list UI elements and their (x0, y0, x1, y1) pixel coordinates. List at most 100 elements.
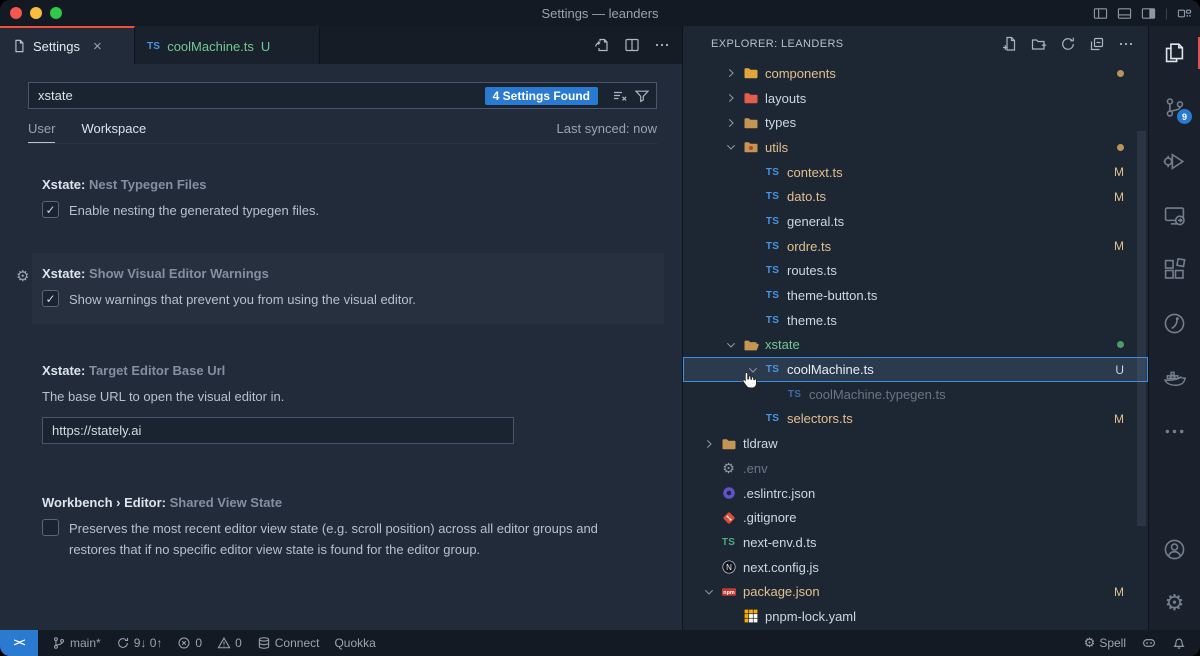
status-item-main-[interactable]: main* (52, 636, 101, 650)
tree-item-general.ts[interactable]: TSgeneral.ts (683, 209, 1148, 234)
more-actions-icon[interactable] (654, 37, 670, 53)
tree-item-routes.ts[interactable]: TSroutes.ts (683, 259, 1148, 284)
status-item-0[interactable]: 0 (217, 636, 242, 650)
tree-item-components[interactable]: components (683, 61, 1148, 86)
settings-gear-icon[interactable]: ⚙ (1149, 576, 1200, 630)
tree-item-selectors.ts[interactable]: TSselectors.tsM (683, 407, 1148, 432)
tree-item-pnpm-lock.yaml[interactable]: pnpm-lock.yaml (683, 604, 1148, 629)
filter-icon[interactable] (634, 88, 650, 104)
tree-item-utils[interactable]: utils (683, 135, 1148, 160)
file-label: next.config.js (743, 560, 1124, 575)
tree-item-coolMachine.ts[interactable]: TScoolMachine.tsU (683, 357, 1148, 382)
layout-sidebar-left-icon[interactable] (1093, 6, 1108, 21)
spell-icon: ⚙ (1084, 636, 1096, 650)
tree-item-.eslintrc.json[interactable]: .eslintrc.json (683, 481, 1148, 506)
chevron-down-icon[interactable] (699, 585, 718, 599)
close-window-button[interactable] (10, 7, 22, 19)
tree-item-layouts[interactable]: layouts (683, 86, 1148, 111)
setting-checkbox[interactable] (42, 519, 59, 536)
ts-icon: TS (762, 216, 783, 227)
scope-tab-workspace[interactable]: Workspace (81, 121, 146, 136)
tree-item-coolMachine.typegen.ts[interactable]: TScoolMachine.typegen.ts (683, 382, 1148, 407)
minimize-window-button[interactable] (30, 7, 42, 19)
edit-setting-gear-icon[interactable]: ⚙ (16, 267, 29, 285)
gear-file-icon: ⚙ (718, 461, 739, 475)
status-item-copilot[interactable] (1142, 636, 1156, 650)
layout-sidebar-right-icon[interactable] (1141, 6, 1156, 21)
remote-explorer-icon[interactable] (1149, 188, 1200, 242)
more-icon[interactable] (1149, 404, 1200, 458)
setting-checkbox[interactable]: ✓ (42, 290, 59, 307)
file-label: types (765, 115, 1124, 130)
debug-icon[interactable] (1149, 134, 1200, 188)
setting-control-row: ✓Enable nesting the generated typegen fi… (42, 201, 654, 221)
tree-item-.env[interactable]: ⚙.env (683, 456, 1148, 481)
explorer-scrollbar[interactable] (1137, 131, 1146, 526)
remote-indicator[interactable]: >< (0, 630, 38, 656)
chevron-down-icon[interactable] (743, 363, 762, 377)
close-icon[interactable]: × (93, 38, 102, 55)
status-label: 0 (235, 636, 242, 650)
status-item-9-0-[interactable]: 9↓ 0↑ (116, 636, 163, 650)
files-icon[interactable] (1149, 26, 1200, 80)
status-item-0[interactable]: 0 (177, 636, 202, 650)
chevron-right-icon[interactable] (721, 91, 740, 105)
status-right: ⚙Spell (1084, 630, 1200, 656)
status-item-bell[interactable] (1172, 636, 1186, 650)
tab-coolmachine[interactable]: TS coolMachine.ts U (135, 26, 320, 64)
collapse-all-icon[interactable] (1089, 36, 1105, 52)
new-file-icon[interactable] (1002, 36, 1018, 52)
clear-filter-icon[interactable] (612, 88, 628, 104)
more-actions-icon[interactable] (1118, 36, 1134, 52)
tree-item-xstate[interactable]: xstate (683, 333, 1148, 358)
status-item-connect[interactable]: Connect (257, 636, 320, 650)
tree-item-.gitignore[interactable]: .gitignore (683, 505, 1148, 530)
chevron-right-icon[interactable] (699, 437, 718, 451)
circle-extension-icon[interactable] (1149, 296, 1200, 350)
setting-description: The base URL to open the visual editor i… (42, 387, 598, 407)
new-folder-icon[interactable] (1031, 36, 1047, 52)
setting-control-row: ✓Show warnings that prevent you from usi… (42, 290, 654, 310)
tree-item-next-env.d.ts[interactable]: TSnext-env.d.ts (683, 530, 1148, 555)
source-control-icon[interactable]: 9 (1149, 80, 1200, 134)
tree-item-next.config.js[interactable]: Nnext.config.js (683, 555, 1148, 580)
setting-checkbox[interactable]: ✓ (42, 201, 59, 218)
nextjs-icon: N (718, 559, 739, 575)
tree-item-theme.ts[interactable]: TStheme.ts (683, 308, 1148, 333)
chevron-down-icon[interactable] (721, 338, 740, 352)
workbench: Settings × TS coolMachine.ts U 4 Setting… (0, 26, 1200, 630)
open-settings-json-icon[interactable] (594, 37, 610, 53)
git-untracked-dot (1117, 341, 1124, 348)
spacer (32, 235, 664, 253)
layout-panel-icon[interactable] (1117, 6, 1132, 21)
setting-title: Xstate: Target Editor Base Url (42, 363, 654, 378)
settings-search-input[interactable] (38, 88, 485, 103)
tab-settings[interactable]: Settings × (0, 26, 135, 64)
tree-item-dato.ts[interactable]: TSdato.tsM (683, 184, 1148, 209)
docker-icon[interactable] (1149, 350, 1200, 404)
setting-item: Xstate: Target Editor Base Url The base U… (32, 350, 664, 458)
tree-item-theme-button.ts[interactable]: TStheme-button.ts (683, 283, 1148, 308)
status-item-spell[interactable]: ⚙Spell (1084, 636, 1126, 650)
folder-open-icon (740, 337, 761, 353)
chevron-right-icon[interactable] (721, 116, 740, 130)
setting-text-input[interactable] (42, 417, 514, 444)
explorer-header: EXPLORER: LEANDERS (683, 26, 1148, 61)
status-item-quokka[interactable]: Quokka (334, 636, 375, 650)
svg-text:npm: npm (723, 590, 735, 596)
zoom-window-button[interactable] (50, 7, 62, 19)
refresh-icon[interactable] (1060, 36, 1076, 52)
settings-editor: 4 Settings Found UserWorkspaceLast synce… (0, 64, 682, 630)
tree-item-ordre.ts[interactable]: TSordre.tsM (683, 234, 1148, 259)
chevron-down-icon[interactable] (721, 140, 740, 154)
split-editor-icon[interactable] (624, 37, 640, 53)
account-icon[interactable] (1149, 522, 1200, 576)
tree-item-tldraw[interactable]: tldraw (683, 431, 1148, 456)
customize-layout-icon[interactable] (1177, 6, 1192, 21)
tree-item-package.json[interactable]: npmpackage.jsonM (683, 579, 1148, 604)
chevron-right-icon[interactable] (721, 66, 740, 80)
extensions-icon[interactable] (1149, 242, 1200, 296)
tree-item-types[interactable]: types (683, 110, 1148, 135)
scope-tab-user[interactable]: User (28, 121, 55, 136)
tree-item-context.ts[interactable]: TScontext.tsM (683, 160, 1148, 185)
